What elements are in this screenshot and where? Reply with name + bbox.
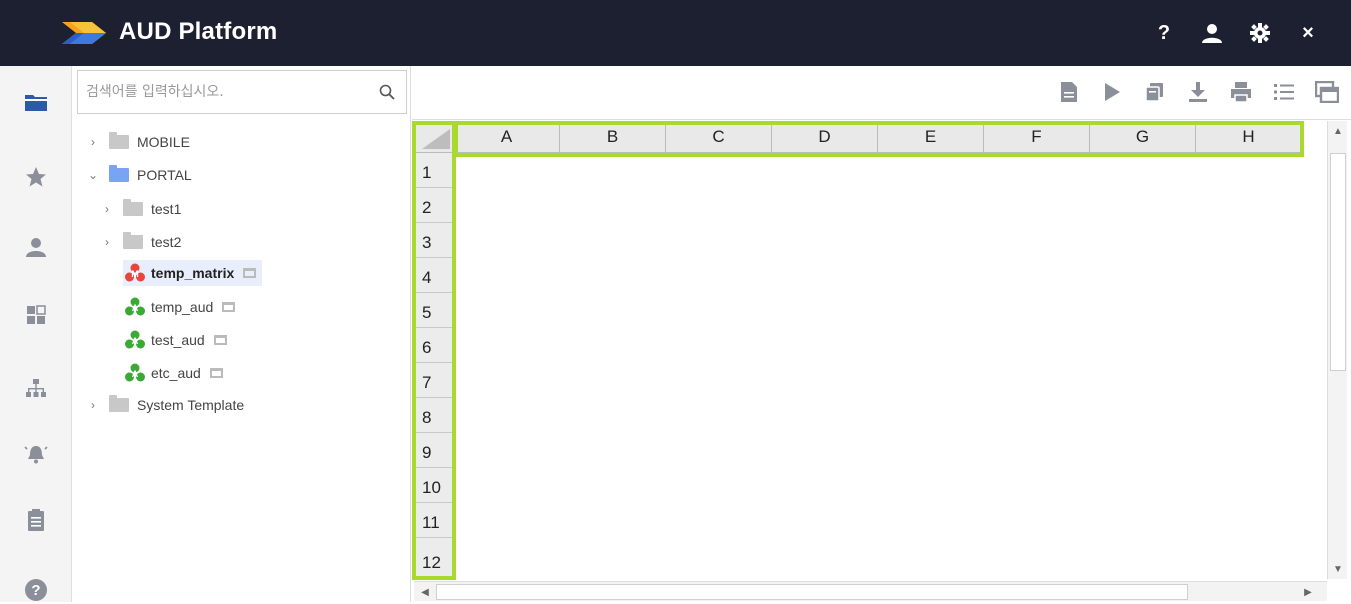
download-icon[interactable]: [1186, 80, 1210, 104]
tree-item-test-aud[interactable]: A test_aud: [125, 327, 227, 353]
folder-open-icon: [109, 165, 129, 182]
tree-item-etc-aud[interactable]: A etc_aud: [125, 360, 223, 386]
tree-item-portal[interactable]: ⌄ PORTAL: [87, 162, 192, 188]
row-header-5[interactable]: 5: [414, 293, 454, 328]
tree-item-label: test1: [151, 201, 182, 217]
svg-text:?: ?: [31, 582, 40, 599]
folder-icon: [123, 232, 143, 249]
print-icon[interactable]: [1229, 80, 1253, 104]
column-header-b[interactable]: B: [560, 121, 666, 153]
tree-item-label: test2: [151, 234, 182, 250]
alarm-icon[interactable]: [22, 440, 50, 468]
app-title: AUD Platform: [119, 18, 278, 45]
row-header-8[interactable]: 8: [414, 398, 454, 433]
new-document-icon[interactable]: [1057, 80, 1081, 104]
svg-text:A: A: [132, 369, 139, 379]
preview-icon[interactable]: [209, 368, 223, 378]
svg-text:A: A: [132, 336, 139, 346]
help-icon[interactable]: ?: [1151, 20, 1177, 46]
chevron-right-icon[interactable]: ›: [101, 202, 113, 216]
search-box: [77, 70, 407, 114]
chevron-right-icon[interactable]: ›: [101, 235, 113, 249]
row-header-7[interactable]: 7: [414, 363, 454, 398]
tree-item-label: temp_matrix: [151, 265, 235, 281]
tree-item-system-template[interactable]: › System Template: [87, 392, 244, 418]
folder-icon: [123, 199, 143, 216]
search-icon[interactable]: [378, 83, 396, 101]
folder-icon: [109, 132, 129, 149]
select-all-corner[interactable]: [414, 121, 454, 153]
column-header-g[interactable]: G: [1090, 121, 1196, 153]
row-header-3[interactable]: 3: [414, 223, 454, 258]
scroll-left-icon[interactable]: ◀: [418, 585, 432, 599]
folder-icon[interactable]: [22, 88, 50, 116]
row-header-1[interactable]: 1: [414, 153, 454, 188]
preview-icon[interactable]: [213, 335, 227, 345]
vertical-scrollbar[interactable]: ▲ ▼: [1327, 121, 1347, 579]
row-header-12[interactable]: 12: [414, 538, 454, 578]
scroll-down-icon[interactable]: ▼: [1331, 562, 1345, 576]
row-header-4[interactable]: 4: [414, 258, 454, 293]
run-icon[interactable]: [1100, 80, 1124, 104]
clipboard-icon[interactable]: [22, 506, 50, 534]
left-rail: ?: [0, 66, 72, 602]
report-toolbar: [412, 66, 1351, 120]
chevron-down-icon[interactable]: ⌄: [87, 168, 99, 182]
folder-icon: [109, 395, 129, 412]
column-header-c[interactable]: C: [666, 121, 772, 153]
svg-text:A: A: [132, 303, 139, 313]
aud-report-icon: A: [125, 297, 145, 316]
svg-text:M: M: [131, 269, 139, 279]
tree-item-label: System Template: [137, 397, 245, 413]
tree-item-temp-aud[interactable]: A temp_aud: [125, 294, 236, 320]
preview-icon[interactable]: [222, 302, 236, 312]
row-header-6[interactable]: 6: [414, 328, 454, 363]
user-profile-icon[interactable]: [1199, 20, 1225, 46]
aud-report-icon: A: [125, 330, 145, 349]
horizontal-scrollbar[interactable]: ◀ ▶: [414, 581, 1327, 601]
matrix-grid[interactable]: A B C D E F G H 1 2 3 4 5 6 7 8 9 10 11 …: [412, 121, 1351, 602]
aud-logo-icon: [62, 22, 106, 44]
scroll-right-icon[interactable]: ▶: [1301, 585, 1315, 599]
hierarchy-icon[interactable]: [22, 374, 50, 402]
dashboard-icon[interactable]: [22, 301, 50, 329]
aud-report-icon: A: [125, 363, 145, 382]
tree-item-mobile[interactable]: › MOBILE: [87, 129, 190, 155]
vertical-scroll-thumb[interactable]: [1330, 153, 1346, 371]
tree-item-label: test_aud: [151, 332, 205, 348]
row-header-9[interactable]: 9: [414, 433, 454, 468]
matrix-report-icon: M: [125, 263, 145, 282]
content-tree-panel: › MOBILE ⌄ PORTAL › test1 › test2 M temp…: [73, 66, 411, 602]
search-input[interactable]: [86, 79, 366, 105]
list-icon[interactable]: [1272, 80, 1296, 104]
tree-item-test2[interactable]: › test2: [101, 229, 181, 255]
close-icon[interactable]: ×: [1295, 20, 1321, 46]
row-header-2[interactable]: 2: [414, 188, 454, 223]
column-header-a[interactable]: A: [454, 121, 560, 153]
chevron-right-icon[interactable]: ›: [87, 135, 99, 149]
tree-item-label: temp_aud: [151, 299, 214, 315]
window-icon[interactable]: [1315, 80, 1339, 104]
preview-icon[interactable]: [243, 268, 257, 278]
chevron-right-icon[interactable]: ›: [87, 398, 99, 412]
column-header-f[interactable]: F: [984, 121, 1090, 153]
tree-item-temp-matrix[interactable]: M temp_matrix: [123, 260, 263, 286]
user-icon[interactable]: [22, 233, 50, 261]
tree-item-label: MOBILE: [137, 134, 190, 150]
row-header-11[interactable]: 11: [414, 503, 454, 538]
column-header-d[interactable]: D: [772, 121, 878, 153]
row-header-10[interactable]: 10: [414, 468, 454, 503]
tree-item-label: etc_aud: [151, 365, 201, 381]
gear-icon[interactable]: [1247, 20, 1273, 46]
column-header-h[interactable]: H: [1196, 121, 1302, 153]
tree-item-label: PORTAL: [137, 167, 192, 183]
column-header-e[interactable]: E: [878, 121, 984, 153]
tree-item-test1[interactable]: › test1: [101, 196, 181, 222]
scroll-up-icon[interactable]: ▲: [1331, 124, 1345, 138]
horizontal-scroll-thumb[interactable]: [436, 584, 1188, 600]
star-icon[interactable]: [22, 163, 50, 191]
help-icon[interactable]: ?: [22, 576, 50, 604]
copy-icon[interactable]: [1143, 80, 1167, 104]
app-header: AUD Platform ? ×: [0, 0, 1351, 66]
